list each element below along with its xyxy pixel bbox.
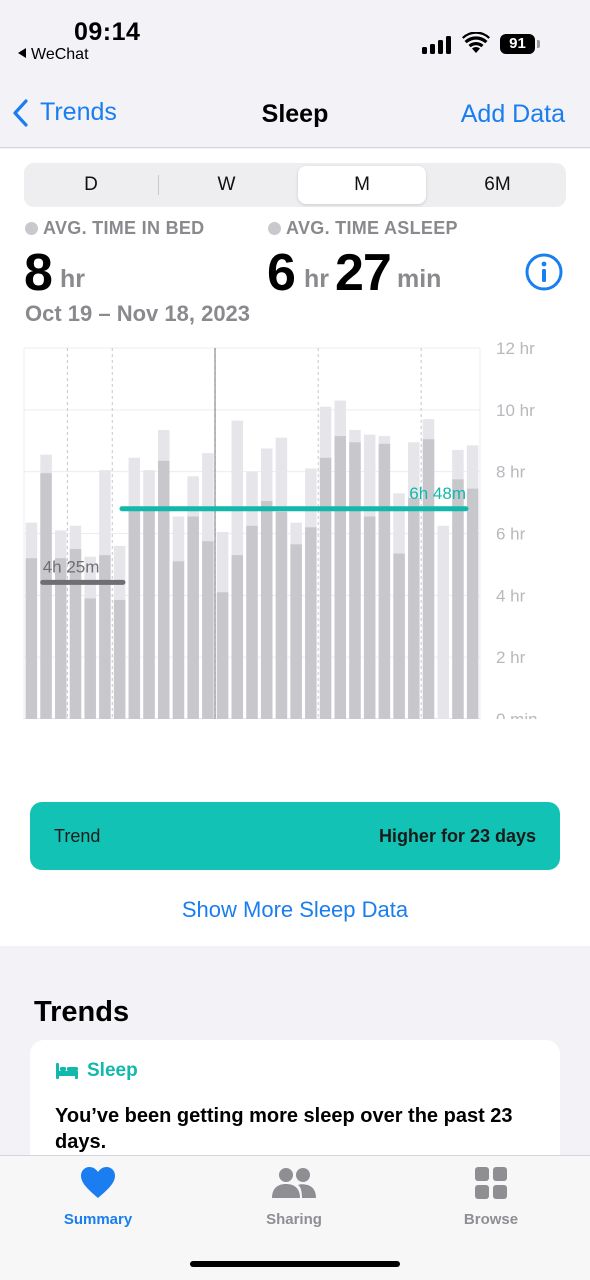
navigation-bar: Trends Sleep Add Data: [0, 72, 590, 148]
asleep-bar: [25, 558, 38, 719]
asleep-bar: [246, 525, 258, 719]
asleep-bar: [319, 457, 332, 719]
segment-month[interactable]: M: [298, 166, 426, 204]
asleep-bar: [393, 553, 405, 719]
y-tick-label: 2 hr: [496, 648, 526, 667]
asleep-bar: [172, 561, 185, 719]
avg-time-in-bed-unit: hr: [60, 265, 85, 293]
avg-time-asleep-hours-unit: hr: [304, 265, 329, 293]
asleep-bar: [408, 497, 420, 719]
period-segmented-control[interactable]: D W M 6M: [24, 163, 566, 207]
tab-summary[interactable]: Summary: [33, 1166, 163, 1228]
info-icon[interactable]: [524, 252, 564, 292]
trend-card-message: You’ve been getting more sleep over the …: [55, 1105, 513, 1153]
tab-summary-label: Summary: [63, 1211, 133, 1228]
asleep-bar: [363, 516, 376, 719]
avg-time-asleep-minutes-unit: min: [397, 265, 442, 293]
trend-label: Trend: [54, 826, 101, 846]
avg-time-in-bed-label: AVG. TIME IN BED: [25, 218, 204, 239]
trend-summary-bar[interactable]: Trend Higher for 23 days: [30, 802, 560, 870]
asleep-bar: [275, 511, 288, 719]
chart-svg: 0 min2 hr4 hr6 hr8 hr10 hr12 hr22295124h…: [23, 339, 538, 759]
y-tick-label: 10 hr: [496, 401, 535, 420]
asleep-bar: [290, 544, 302, 719]
avg-time-in-bed-hours: 8: [24, 244, 53, 302]
y-tick-label: 6 hr: [496, 525, 526, 544]
y-tick-label: 8 hr: [496, 463, 526, 482]
asleep-bar: [99, 555, 111, 719]
asleep-bar: [260, 501, 273, 719]
trend-value: Higher for 23 days: [378, 826, 536, 846]
asleep-bar: [202, 541, 214, 719]
asleep-dot-icon: [268, 222, 281, 235]
asleep-bar: [466, 488, 479, 719]
in-bed-bar: [437, 525, 449, 719]
avg-time-asleep-label: AVG. TIME ASLEEP: [268, 218, 458, 239]
battery-level: 91: [500, 34, 535, 54]
sleep-chart-card: D W M 6M AVG. TIME IN BED 8 hr AVG. TIME…: [0, 149, 590, 946]
bed-icon: [56, 1063, 78, 1079]
battery-icon: 91: [500, 34, 540, 54]
asleep-bar: [231, 555, 244, 719]
y-tick-label: 12 hr: [496, 339, 535, 358]
back-app-label: WeChat: [31, 46, 89, 63]
trend-card-category: Sleep: [55, 1060, 138, 1082]
status-bar: 09:14 WeChat 91: [0, 0, 590, 72]
asleep-bar: [187, 516, 199, 719]
asleep-bar: [452, 479, 464, 719]
y-tick-label: 0 min: [496, 710, 538, 719]
tab-browse-label: Browse: [463, 1211, 519, 1228]
cellular-signal-icon: [422, 36, 452, 54]
back-triangle-icon: [18, 48, 26, 58]
grid-icon: [475, 1167, 507, 1199]
avg-time-asleep-minutes: 27: [335, 244, 392, 302]
asleep-bar: [216, 592, 229, 719]
show-more-sleep-data-link[interactable]: Show More Sleep Data: [0, 897, 590, 923]
asleep-bar: [422, 439, 435, 719]
in-bed-dot-icon: [25, 222, 38, 235]
wifi-icon: [462, 32, 490, 53]
segment-week[interactable]: W: [159, 163, 294, 207]
asleep-bar: [349, 442, 361, 719]
asleep-bar: [113, 599, 126, 719]
trend-card-category-label: Sleep: [87, 1060, 138, 1081]
average-label: 4h 25m: [43, 557, 100, 576]
tab-browse[interactable]: Browse: [426, 1166, 556, 1228]
segment-6-months[interactable]: 6M: [429, 163, 566, 207]
back-to-app-link[interactable]: WeChat: [18, 46, 89, 64]
sleep-bar-chart[interactable]: 0 min2 hr4 hr6 hr8 hr10 hr12 hr22295124h…: [0, 339, 590, 759]
date-range: Oct 19 – Nov 18, 2023: [25, 301, 251, 326]
avg-time-asleep-hours: 6: [267, 244, 296, 302]
average-label: 6h 48m: [409, 484, 466, 503]
heart-icon: [81, 1167, 115, 1198]
tab-sharing-label: Sharing: [266, 1211, 322, 1228]
asleep-bar: [158, 460, 170, 719]
segment-day[interactable]: D: [24, 163, 158, 207]
asleep-bar: [84, 598, 96, 719]
asleep-bar: [40, 473, 52, 719]
asleep-bar: [143, 507, 155, 719]
home-indicator: [190, 1261, 400, 1267]
tab-sharing[interactable]: Sharing: [229, 1166, 359, 1228]
asleep-bar: [334, 436, 346, 719]
people-icon: [272, 1168, 316, 1198]
add-data-button[interactable]: Add Data: [461, 100, 565, 129]
y-tick-label: 4 hr: [496, 586, 526, 605]
trends-heading: Trends: [34, 996, 130, 1028]
status-time: 09:14: [74, 18, 141, 46]
asleep-bar: [128, 510, 141, 719]
asleep-bar: [305, 527, 317, 719]
asleep-bar: [378, 443, 391, 719]
